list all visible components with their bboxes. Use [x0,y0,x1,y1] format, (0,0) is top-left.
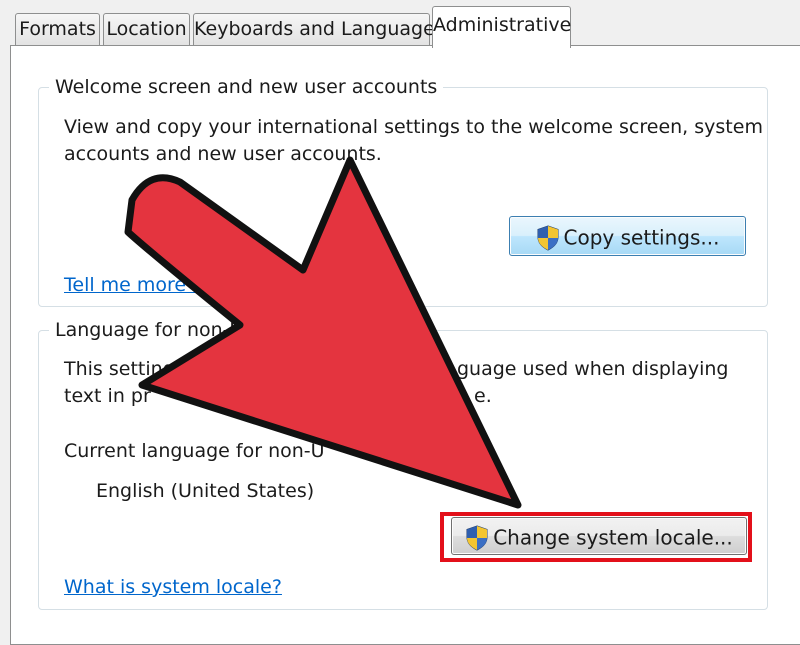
tell-me-more-link[interactable]: Tell me more a [64,273,204,297]
welcome-screen-group: Welcome screen and new user accounts Vie… [38,75,768,307]
current-language-value: English (United States) [96,480,315,502]
setting-description-part2: guage used when displaying [457,358,729,380]
uac-shield-icon [537,224,559,251]
tab-administrative[interactable]: Administrative [432,6,571,48]
copy-settings-label: Copy settings... [563,225,720,250]
tab-keyboards-and-languages[interactable]: Keyboards and Languages [193,13,445,45]
tab-strip: Formats Location Keyboards and Languages… [0,0,800,48]
tab-location[interactable]: Location [103,13,190,45]
tab-formats[interactable]: Formats [15,13,100,45]
highlight-box [440,512,752,562]
welcome-description-line1: View and copy your international setting… [64,116,763,138]
current-language-label: Current language for non-U [64,440,325,462]
what-is-system-locale-link[interactable]: What is system locale? [64,575,282,599]
non-unicode-group-title: Language for non-Uni [49,318,267,342]
setting-description-line2-part1: text in pr [64,385,151,407]
welcome-group-title: Welcome screen and new user accounts [49,75,444,99]
setting-description-part1: This setting ( [64,358,189,380]
copy-settings-button[interactable]: Copy settings... [509,216,746,256]
setting-description-line2-part2: e. [474,385,492,407]
non-unicode-language-group: Language for non-Uni This setting ( guag… [38,318,768,610]
welcome-description-line2: accounts and new user accounts. [64,143,382,165]
